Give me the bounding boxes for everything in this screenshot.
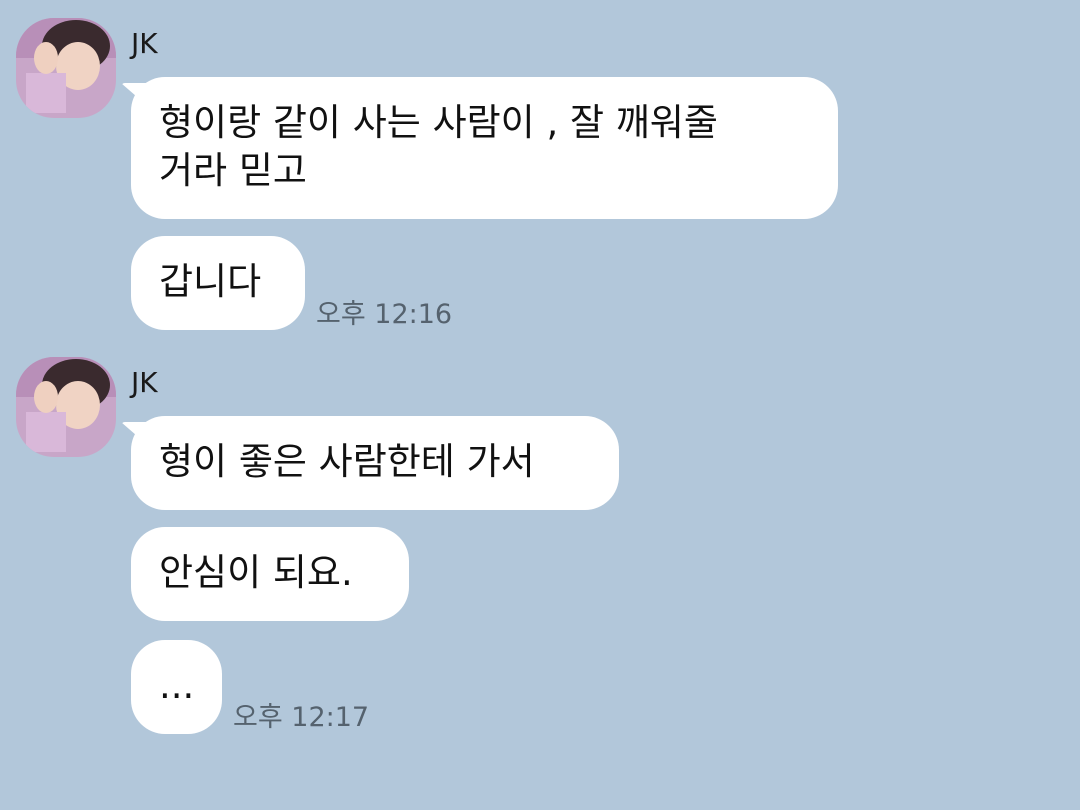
message-text: 안심이 되요. [159,551,353,594]
avatar[interactable] [16,18,116,118]
message-bubble[interactable]: 형이랑 같이 사는 사람이 , 잘 깨워줄 거라 믿고 [131,77,838,219]
message-text: 형이 좋은 사람한테 가서 [159,440,535,483]
message-bubble[interactable]: 갑니다 [131,236,305,330]
message-bubble[interactable]: 안심이 되요. [131,527,409,621]
message-timestamp: 오후 12:17 [233,702,370,733]
profile-photo-icon [16,357,116,457]
avatar[interactable] [16,357,116,457]
message-bubble[interactable]: 형이 좋은 사람한테 가서 [131,416,619,510]
profile-photo-icon [16,18,116,118]
message-text: 갑니다 [159,260,262,303]
message-text: 형이랑 같이 사는 사람이 , 잘 깨워줄 거라 믿고 [159,101,718,192]
sender-name: JK [131,366,158,399]
sender-name: JK [131,27,158,60]
message-bubble[interactable]: ... [131,640,222,734]
message-timestamp: 오후 12:16 [316,299,453,330]
message-text: ... [159,664,195,707]
